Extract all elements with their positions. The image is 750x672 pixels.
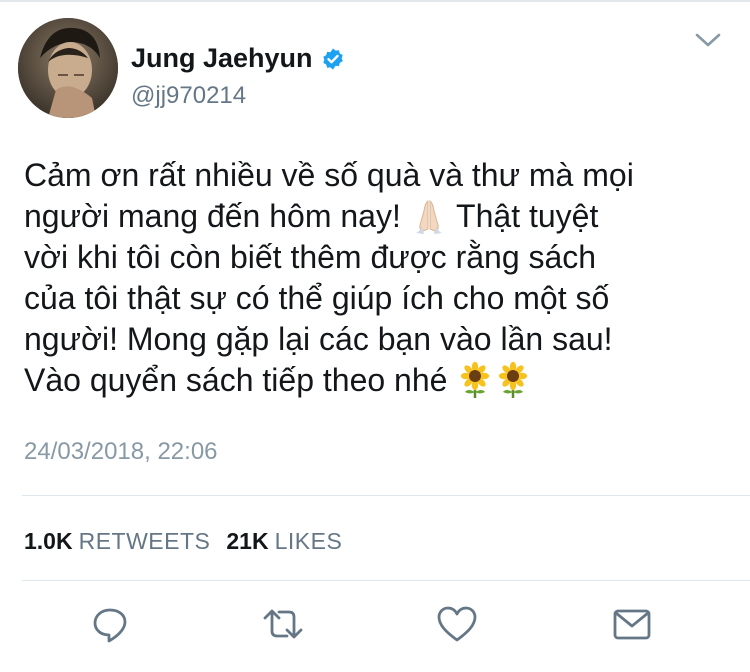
avatar[interactable] [18, 18, 118, 118]
message-icon[interactable] [610, 602, 654, 646]
divider [22, 495, 750, 496]
verified-badge-icon [321, 46, 345, 70]
tweet-line: của tôi thật sự có thể giúp ích cho một … [24, 280, 610, 316]
tweet-line: vời khi tôi còn biết thêm được rằng sách [24, 239, 597, 275]
sunflower-icon [456, 361, 494, 399]
tweet-line: người mang đến hôm nay! Thật tuyệt [24, 197, 599, 235]
tweet-line: Vào quyển sách tiếp theo nhé [24, 360, 736, 401]
tweet-line: Cảm ơn rất nhiều về số quà và thư mà mọi [24, 157, 634, 193]
retweets-label[interactable]: RETWEETS [79, 527, 211, 555]
folded-hands-icon [410, 197, 448, 235]
retweets-stat[interactable]: 1.0K RETWEETS [24, 527, 210, 555]
reply-icon[interactable] [88, 602, 132, 646]
chevron-down-icon[interactable] [694, 30, 722, 50]
retweet-icon[interactable] [261, 602, 305, 646]
divider [22, 580, 750, 581]
retweets-count[interactable]: 1.0K [24, 527, 73, 555]
author-display-name-row[interactable]: Jung Jaehyun [131, 42, 345, 74]
top-border [0, 0, 750, 2]
author-handle[interactable]: @jj970214 [131, 82, 246, 110]
likes-label[interactable]: LIKES [275, 527, 343, 555]
likes-count[interactable]: 21K [226, 527, 268, 555]
tweet-actions [0, 602, 750, 652]
tweet-stats: 1.0K RETWEETS 21K LIKES [24, 527, 358, 555]
likes-stat[interactable]: 21K LIKES [226, 527, 342, 555]
like-icon[interactable] [435, 602, 479, 646]
tweet-line: người! Mong gặp lại các bạn vào lần sau! [24, 321, 613, 357]
tweet-timestamp[interactable]: 24/03/2018, 22:06 [24, 438, 218, 466]
author-display-name[interactable]: Jung Jaehyun [131, 42, 313, 74]
sunflower-icon [494, 361, 532, 399]
tweet-text: Cảm ơn rất nhiều về số quà và thư mà mọi… [24, 155, 736, 401]
